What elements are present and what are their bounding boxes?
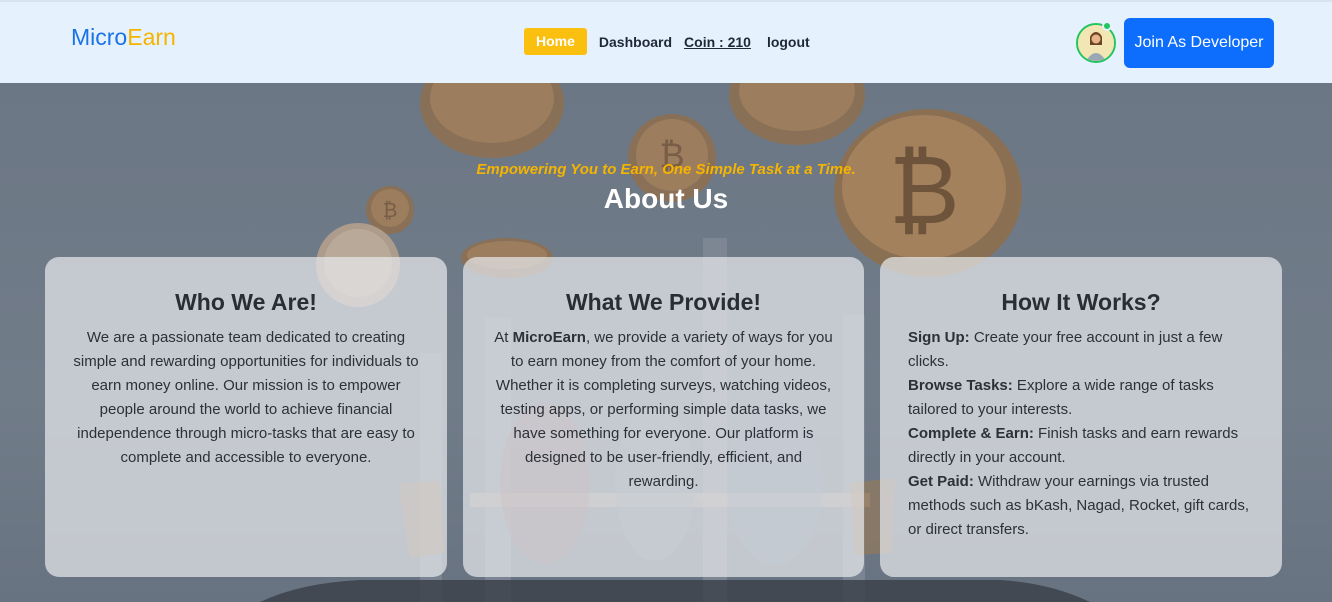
about-hero: ₿ ₿ ₿ Empowering You to Earn, One Simple… [0, 83, 1332, 602]
online-status-dot [1102, 21, 1112, 31]
card-body-prefix: At [494, 329, 513, 346]
step-browse-tasks: Browse Tasks: Explore a wide range of ta… [908, 374, 1254, 422]
step-label: Complete & Earn: [908, 425, 1034, 442]
brand-logo-part1: Micro [71, 24, 128, 50]
what-we-provide-card: What We Provide! At MicroEarn, we provid… [463, 257, 864, 577]
card-title: How It Works? [1001, 289, 1161, 315]
who-we-are-card: Who We Are! We are a passionate team ded… [45, 257, 447, 577]
nav-dashboard-link[interactable]: Dashboard [599, 34, 672, 50]
step-label: Get Paid: [908, 473, 974, 490]
hero-tagline: Empowering You to Earn, One Simple Task … [476, 161, 856, 178]
card-body: At MicroEarn, we provide a variety of wa… [491, 326, 836, 494]
brand-logo[interactable]: MicroEarn [71, 24, 176, 51]
coin-balance-link[interactable]: Coin : 210 [684, 34, 751, 50]
card-body-rest: , we provide a variety of ways for you t… [495, 329, 833, 490]
step-get-paid: Get Paid: Withdraw your earnings via tru… [908, 470, 1254, 542]
step-complete-earn: Complete & Earn: Finish tasks and earn r… [908, 422, 1254, 470]
navbar: MicroEarn Home Dashboard Coin : 210 logo… [0, 0, 1332, 83]
brand-logo-part2: Earn [127, 24, 176, 50]
join-as-developer-button[interactable]: Join As Developer [1124, 18, 1274, 68]
step-label: Browse Tasks: [908, 377, 1013, 394]
card-title: What We Provide! [565, 289, 762, 315]
step-label: Sign Up: [908, 329, 970, 346]
step-sign-up: Sign Up: Create your free account in jus… [908, 326, 1254, 374]
nav-home-link[interactable]: Home [524, 28, 587, 55]
card-body: We are a passionate team dedicated to cr… [73, 329, 419, 466]
nav-logout-link[interactable]: logout [767, 34, 810, 50]
coin-graphic [420, 83, 564, 158]
how-it-works-card: How It Works? Sign Up: Create your free … [880, 257, 1282, 577]
brand-mention: MicroEarn [512, 329, 586, 346]
card-title: Who We Are! [175, 289, 317, 315]
hero-title: About Us [603, 183, 729, 214]
main-nav: Home Dashboard Coin : 210 logout [524, 28, 810, 55]
